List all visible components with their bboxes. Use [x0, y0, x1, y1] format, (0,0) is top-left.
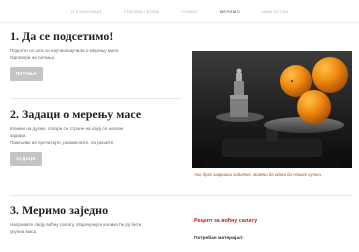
- section-2-title: 2. Задаци о мерењу масе: [10, 107, 142, 121]
- recipe-title[interactable]: Рецепт за воћну салату: [194, 218, 344, 224]
- scale-photo: [192, 51, 352, 168]
- scale-with-oranges-image: [192, 51, 352, 168]
- nav-item-learn[interactable]: УЧИМО: [181, 9, 198, 14]
- section-1-line: Подсети се шта си научио/научила о мерењ…: [10, 48, 120, 53]
- section-3-text: Направите своју воћну салату. Израчунајт…: [10, 221, 175, 235]
- section-2-line: задаци.: [10, 133, 27, 138]
- nav-item-meet-bob[interactable]: УПОЗНАЈ БОБА: [124, 9, 159, 14]
- section-mass-tasks: 2. Задаци о мерењу масе Кликни на дугме,…: [10, 108, 180, 166]
- nav-item-our-corner[interactable]: НАШ КУТАК: [262, 9, 288, 14]
- questions-button[interactable]: ПИТАЊА: [10, 67, 43, 81]
- tasks-button[interactable]: ЗАДАЦИ: [10, 152, 42, 166]
- section-2-text: Кликни на дугме, отвори се стране на кој…: [10, 125, 175, 146]
- top-nav: О УЧИОНИЦИ УПОЗНАЈ БОБА УЧИМО МЕРИМО НАШ…: [0, 0, 359, 22]
- nav-item-about-classroom[interactable]: О УЧИОНИЦИ: [71, 9, 102, 14]
- section-3-line: укупна маса.: [10, 229, 38, 234]
- photo-caption: Ако брзо завршиш задатке, можеш да одеш …: [194, 172, 322, 177]
- section-1-title: 1. Да се подсетимо!: [10, 29, 114, 43]
- section-divider: [10, 195, 352, 196]
- section-3-title: 3. Меримо заједно: [10, 203, 109, 217]
- section-1-line: Одговори на питања.: [10, 55, 56, 60]
- section-1-text: Подсети се шта си научио/научила о мерењ…: [10, 47, 175, 61]
- section-2-line: Пажљиво их прочитајте, размислите, па ре…: [10, 140, 115, 145]
- section-3-line: Направите своју воћну салату. Израчунајт…: [10, 222, 142, 227]
- ingredients-label: Потребан материјал:: [194, 236, 244, 241]
- section-divider: [10, 98, 182, 99]
- nav-item-measure[interactable]: МЕРИМО: [220, 9, 240, 14]
- section-measure-together: 3. Меримо заједно Направите своју воћну …: [10, 204, 180, 235]
- nav-divider: [0, 22, 359, 23]
- section-2-line: Кликни на дугме, отвори се стране на кој…: [10, 126, 124, 131]
- section-remember: 1. Да се подсетимо! Подсети се шта си на…: [10, 30, 180, 81]
- recipe-card: Рецепт за воћну салату Потребан материја…: [194, 218, 344, 241]
